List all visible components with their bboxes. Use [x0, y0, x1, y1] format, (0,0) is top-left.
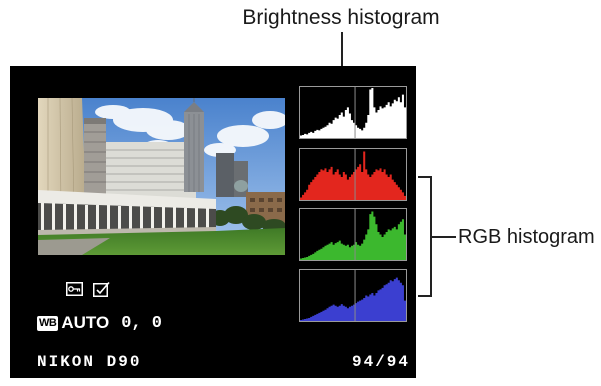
brightness-histogram-area — [300, 88, 406, 138]
photo-thumbnail — [38, 98, 285, 255]
rgb-histogram-callout-label: RGB histogram — [458, 226, 595, 248]
green-histogram-area — [300, 211, 406, 260]
protect-icon — [66, 282, 83, 296]
camera-lcd-screen: WB AUTO 0, 0 NIKON D90 94/94 — [10, 66, 416, 378]
blue-histogram — [299, 269, 407, 322]
rgb-bracket-top-tick — [418, 176, 431, 178]
rgb-callout-line — [430, 236, 456, 238]
retouch-icon — [93, 281, 110, 297]
white-balance-info: WB AUTO 0, 0 — [37, 312, 162, 334]
photo-image — [38, 98, 285, 255]
blue-histogram-area — [300, 277, 406, 321]
wb-mode: AUTO — [61, 313, 110, 332]
brightness-histogram — [299, 86, 407, 139]
wb-badge: WB — [37, 315, 59, 331]
green-histogram — [299, 208, 407, 261]
wb-fine-tune: 0, 0 — [121, 313, 162, 333]
red-histogram — [299, 148, 407, 201]
rgb-bracket-bottom-tick — [418, 295, 431, 297]
frame-counter: 94/94 — [352, 353, 411, 371]
red-histogram-area — [300, 151, 406, 200]
brightness-histogram-callout-label: Brightness histogram — [242, 6, 440, 29]
camera-model: NIKON D90 — [37, 353, 142, 371]
